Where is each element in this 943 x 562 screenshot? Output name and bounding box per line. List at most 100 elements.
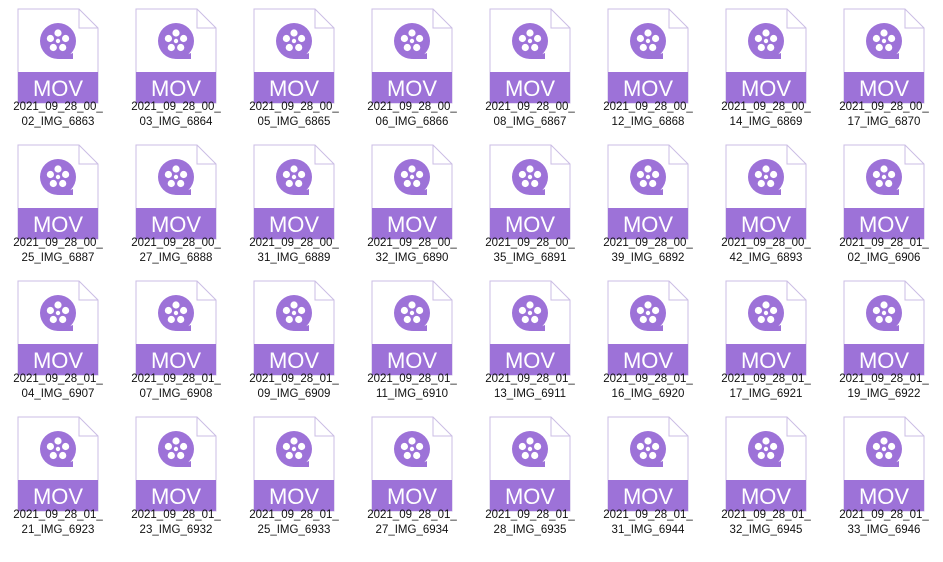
quicktime-video-file-icon: MOV	[725, 416, 807, 512]
file-name-line-1: 2021_09_28_00_	[249, 101, 339, 113]
file-name-label: 2021_09_28_01_ 33_IMG_6946	[829, 508, 939, 538]
file-item-11[interactable]: MOV 2021_09_28_00_ 31_IMG_6889	[239, 138, 349, 272]
quicktime-video-file-icon: MOV	[371, 144, 453, 240]
file-item-28[interactable]: MOV 2021_09_28_01_ 27_IMG_6934	[357, 410, 467, 544]
quicktime-video-file-icon: MOV	[489, 416, 571, 512]
quicktime-video-file-icon: MOV	[607, 8, 689, 104]
file-item-25[interactable]: MOV 2021_09_28_01_ 21_IMG_6923	[3, 410, 113, 544]
file-name-line-1: 2021_09_28_01_	[839, 237, 929, 249]
quicktime-video-file-icon: MOV	[135, 8, 217, 104]
svg-text:MOV: MOV	[269, 348, 319, 373]
file-item-32[interactable]: MOV 2021_09_28_01_ 33_IMG_6946	[829, 410, 939, 544]
svg-text:MOV: MOV	[269, 484, 319, 509]
file-item-26[interactable]: MOV 2021_09_28_01_ 23_IMG_6932	[121, 410, 231, 544]
file-item-19[interactable]: MOV 2021_09_28_01_ 09_IMG_6909	[239, 274, 349, 408]
quicktime-video-file-icon: MOV	[607, 416, 689, 512]
file-name-line-2: 28_IMG_6935	[493, 524, 567, 536]
file-name-line-1: 2021_09_28_00_	[485, 237, 575, 249]
file-name-line-1: 2021_09_28_00_	[721, 101, 811, 113]
file-item-6[interactable]: MOV 2021_09_28_00_ 12_IMG_6868	[593, 2, 703, 136]
file-item-17[interactable]: MOV 2021_09_28_01_ 04_IMG_6907	[3, 274, 113, 408]
file-name-line-2: 31_IMG_6944	[611, 524, 685, 536]
file-item-10[interactable]: MOV 2021_09_28_00_ 27_IMG_6888	[121, 138, 231, 272]
file-item-21[interactable]: MOV 2021_09_28_01_ 13_IMG_6911	[475, 274, 585, 408]
quicktime-video-file-icon: MOV	[725, 8, 807, 104]
file-name-label: 2021_09_28_01_ 21_IMG_6923	[3, 508, 113, 538]
file-name-line-2: 19_IMG_6922	[847, 388, 921, 400]
file-name-label: 2021_09_28_00_ 25_IMG_6887	[3, 236, 113, 266]
svg-text:MOV: MOV	[741, 348, 791, 373]
file-name-line-1: 2021_09_28_00_	[13, 101, 103, 113]
file-name-line-1: 2021_09_28_00_	[721, 237, 811, 249]
svg-text:MOV: MOV	[859, 484, 909, 509]
file-name-line-2: 14_IMG_6869	[729, 116, 803, 128]
file-item-22[interactable]: MOV 2021_09_28_01_ 16_IMG_6920	[593, 274, 703, 408]
svg-text:MOV: MOV	[505, 348, 555, 373]
file-item-14[interactable]: MOV 2021_09_28_00_ 39_IMG_6892	[593, 138, 703, 272]
file-item-23[interactable]: MOV 2021_09_28_01_ 17_IMG_6921	[711, 274, 821, 408]
file-item-29[interactable]: MOV 2021_09_28_01_ 28_IMG_6935	[475, 410, 585, 544]
quicktime-video-file-icon: MOV	[489, 144, 571, 240]
quicktime-video-file-icon: MOV	[135, 280, 217, 376]
file-item-5[interactable]: MOV 2021_09_28_00_ 08_IMG_6867	[475, 2, 585, 136]
file-item-8[interactable]: MOV 2021_09_28_00_ 17_IMG_6870	[829, 2, 939, 136]
file-item-16[interactable]: MOV 2021_09_28_01_ 02_IMG_6906	[829, 138, 939, 272]
file-name-line-1: 2021_09_28_01_	[485, 509, 575, 521]
file-item-9[interactable]: MOV 2021_09_28_00_ 25_IMG_6887	[3, 138, 113, 272]
file-item-4[interactable]: MOV 2021_09_28_00_ 06_IMG_6866	[357, 2, 467, 136]
file-item-18[interactable]: MOV 2021_09_28_01_ 07_IMG_6908	[121, 274, 231, 408]
svg-text:MOV: MOV	[741, 484, 791, 509]
file-name-label: 2021_09_28_01_ 13_IMG_6911	[475, 372, 585, 402]
file-name-line-2: 06_IMG_6866	[375, 116, 449, 128]
file-item-27[interactable]: MOV 2021_09_28_01_ 25_IMG_6933	[239, 410, 349, 544]
file-name-line-2: 42_IMG_6893	[729, 252, 803, 264]
file-item-7[interactable]: MOV 2021_09_28_00_ 14_IMG_6869	[711, 2, 821, 136]
file-item-12[interactable]: MOV 2021_09_28_00_ 32_IMG_6890	[357, 138, 467, 272]
svg-text:MOV: MOV	[741, 212, 791, 237]
file-item-1[interactable]: MOV 2021_09_28_00_ 02_IMG_6863	[3, 2, 113, 136]
file-name-label: 2021_09_28_01_ 17_IMG_6921	[711, 372, 821, 402]
svg-text:MOV: MOV	[151, 76, 201, 101]
file-name-label: 2021_09_28_01_ 23_IMG_6932	[121, 508, 231, 538]
svg-text:MOV: MOV	[269, 76, 319, 101]
file-name-label: 2021_09_28_01_ 25_IMG_6933	[239, 508, 349, 538]
file-name-line-1: 2021_09_28_01_	[367, 373, 457, 385]
file-name-line-2: 23_IMG_6932	[139, 524, 213, 536]
file-name-line-2: 39_IMG_6892	[611, 252, 685, 264]
svg-text:MOV: MOV	[387, 348, 437, 373]
file-name-line-2: 25_IMG_6933	[257, 524, 331, 536]
file-item-24[interactable]: MOV 2021_09_28_01_ 19_IMG_6922	[829, 274, 939, 408]
file-name-line-2: 02_IMG_6863	[21, 116, 95, 128]
file-name-label: 2021_09_28_00_ 17_IMG_6870	[829, 100, 939, 130]
file-name-line-1: 2021_09_28_01_	[131, 373, 221, 385]
quicktime-video-file-icon: MOV	[253, 416, 335, 512]
file-name-line-2: 32_IMG_6945	[729, 524, 803, 536]
file-name-label: 2021_09_28_00_ 32_IMG_6890	[357, 236, 467, 266]
file-name-label: 2021_09_28_01_ 19_IMG_6922	[829, 372, 939, 402]
file-name-label: 2021_09_28_00_ 06_IMG_6866	[357, 100, 467, 130]
file-name-label: 2021_09_28_00_ 03_IMG_6864	[121, 100, 231, 130]
file-item-2[interactable]: MOV 2021_09_28_00_ 03_IMG_6864	[121, 2, 231, 136]
file-item-3[interactable]: MOV 2021_09_28_00_ 05_IMG_6865	[239, 2, 349, 136]
file-name-line-1: 2021_09_28_00_	[249, 237, 339, 249]
file-name-line-1: 2021_09_28_00_	[131, 237, 221, 249]
file-name-label: 2021_09_28_01_ 11_IMG_6910	[357, 372, 467, 402]
file-name-line-2: 08_IMG_6867	[493, 116, 567, 128]
file-item-15[interactable]: MOV 2021_09_28_00_ 42_IMG_6893	[711, 138, 821, 272]
file-item-30[interactable]: MOV 2021_09_28_01_ 31_IMG_6944	[593, 410, 703, 544]
file-name-line-1: 2021_09_28_01_	[721, 509, 811, 521]
file-item-20[interactable]: MOV 2021_09_28_01_ 11_IMG_6910	[357, 274, 467, 408]
quicktime-video-file-icon: MOV	[135, 416, 217, 512]
file-item-31[interactable]: MOV 2021_09_28_01_ 32_IMG_6945	[711, 410, 821, 544]
quicktime-video-file-icon: MOV	[17, 144, 99, 240]
file-name-line-2: 25_IMG_6887	[21, 252, 95, 264]
file-name-line-2: 07_IMG_6908	[139, 388, 213, 400]
file-name-line-2: 05_IMG_6865	[257, 116, 331, 128]
quicktime-video-file-icon: MOV	[17, 280, 99, 376]
file-item-13[interactable]: MOV 2021_09_28_00_ 35_IMG_6891	[475, 138, 585, 272]
svg-text:MOV: MOV	[859, 212, 909, 237]
svg-text:MOV: MOV	[151, 212, 201, 237]
quicktime-video-file-icon: MOV	[253, 280, 335, 376]
file-name-line-2: 09_IMG_6909	[257, 388, 331, 400]
file-name-label: 2021_09_28_01_ 02_IMG_6906	[829, 236, 939, 266]
